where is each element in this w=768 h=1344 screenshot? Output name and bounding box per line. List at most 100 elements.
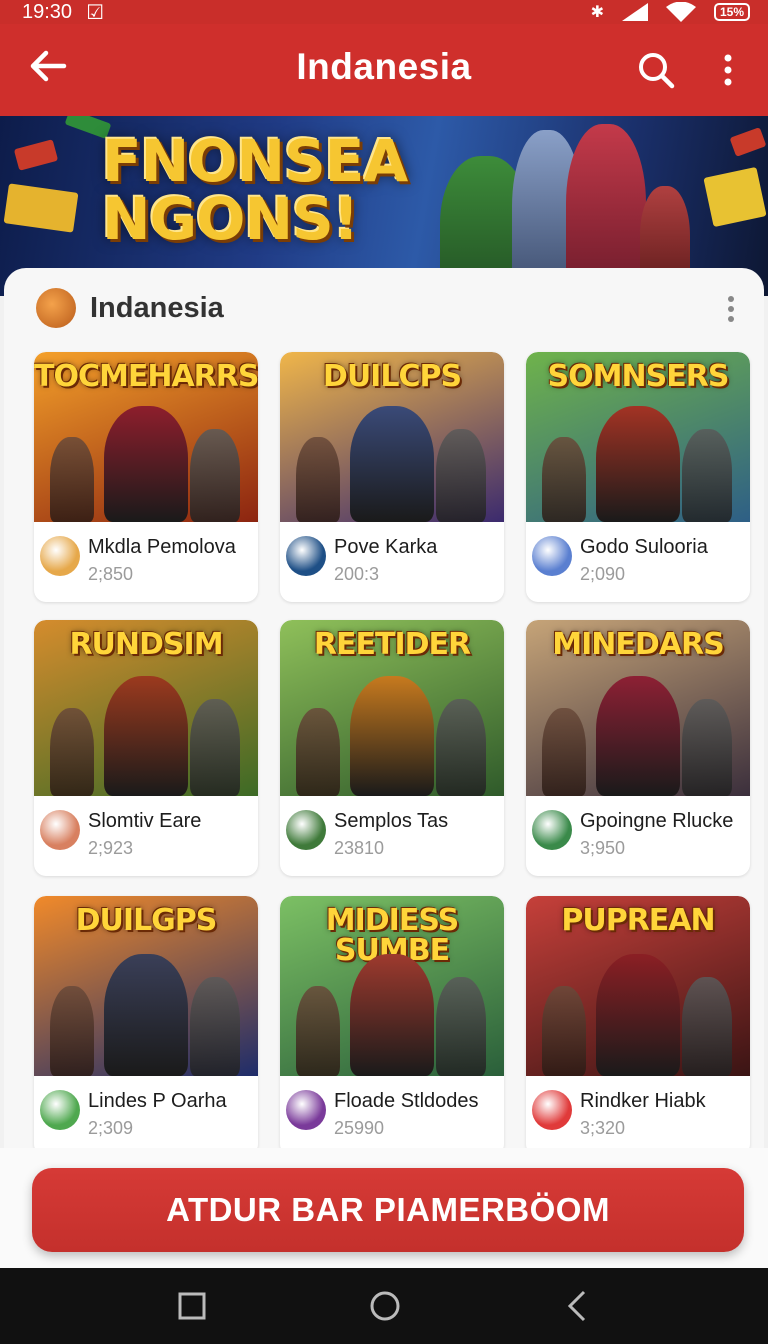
character-figure xyxy=(350,676,434,796)
wifi-icon xyxy=(665,2,696,22)
game-info: Lindes P Oarha 2;309 xyxy=(34,1076,258,1156)
checkbox-notification-icon: ☑ xyxy=(86,1,104,24)
game-info: Gpoingne Rlucke 3;950 xyxy=(526,796,750,876)
game-name: Mkdla Pemolova xyxy=(88,536,236,558)
more-vertical-icon[interactable] xyxy=(726,294,736,324)
character-figure xyxy=(436,428,486,522)
game-name: Godo Sulooria xyxy=(580,536,708,558)
game-icon xyxy=(286,536,326,576)
game-name: Floade Stldodes xyxy=(334,1090,479,1112)
character-figure xyxy=(682,977,732,1076)
game-thumbnail-title: PUPREAN xyxy=(561,903,715,938)
game-thumbnail[interactable]: MIDIESS SUMBE xyxy=(280,896,504,1076)
character-figure xyxy=(50,437,94,522)
search-icon[interactable] xyxy=(636,50,676,90)
game-info: Pove Karka 200:3 xyxy=(280,522,504,602)
back-nav-icon[interactable] xyxy=(560,1288,596,1324)
game-card[interactable]: MINEDARS Gpoingne Rlucke 3;950 xyxy=(526,620,750,876)
character-figure xyxy=(436,699,486,796)
character-figure xyxy=(104,406,188,522)
character-figure xyxy=(190,977,240,1076)
home-icon[interactable] xyxy=(367,1288,403,1324)
character-figure xyxy=(296,708,340,796)
status-time: 19:30 xyxy=(22,0,73,23)
game-card[interactable]: SOMNSERS Godo Sulooria 2;090 xyxy=(526,352,750,602)
game-icon xyxy=(286,810,326,850)
recent-apps-icon[interactable] xyxy=(174,1288,210,1324)
game-player-count: 200:3 xyxy=(334,564,380,584)
game-name: Gpoingne Rlucke xyxy=(580,810,734,832)
game-thumbnail-title: REETIDER xyxy=(313,627,471,662)
game-name: Semplos Tas xyxy=(334,810,449,832)
game-icon xyxy=(286,1090,326,1130)
decor-brick xyxy=(3,183,79,233)
character-figure xyxy=(542,986,586,1076)
status-bar: 19:30 ☑ ✱ 15% xyxy=(0,0,768,24)
signal-icon xyxy=(621,3,648,21)
game-thumbnail[interactable]: RUNDSIM xyxy=(34,620,258,796)
game-icon xyxy=(532,1090,572,1130)
decor-brick xyxy=(703,166,767,228)
game-card[interactable]: MIDIESS SUMBE Floade Stldodes 25990 xyxy=(280,896,504,1156)
game-thumbnail-title: RUNDSIM xyxy=(69,627,223,662)
game-player-count: 2;309 xyxy=(88,1118,134,1138)
game-player-count: 3;950 xyxy=(580,838,626,858)
game-card[interactable]: DUILCPS Pove Karka 200:3 xyxy=(280,352,504,602)
more-vertical-icon[interactable] xyxy=(716,50,740,90)
games-panel: Indanesia TOCMEHARRS Mkdla Pemolova 2;850 … xyxy=(4,268,764,1156)
character-figure xyxy=(190,428,240,522)
game-icon xyxy=(40,1090,80,1130)
game-icon xyxy=(40,536,80,576)
character-figure xyxy=(350,406,434,522)
game-card[interactable]: RUNDSIM Slomtiv Eare 2;923 xyxy=(34,620,258,876)
character-figure xyxy=(50,708,94,796)
game-thumbnail-title: SOMNSERS xyxy=(547,359,730,394)
character-figure xyxy=(350,953,434,1076)
game-icon xyxy=(532,536,572,576)
game-thumbnail[interactable]: SOMNSERS xyxy=(526,352,750,522)
game-thumbnail[interactable]: DUILCPS xyxy=(280,352,504,522)
game-thumbnail[interactable]: PUPREAN xyxy=(526,896,750,1076)
game-info: Floade Stldodes 25990 xyxy=(280,1076,504,1156)
bluetooth-icon: ✱ xyxy=(590,4,604,21)
game-thumbnail[interactable]: REETIDER xyxy=(280,620,504,796)
character-figure xyxy=(542,708,586,796)
character-figure xyxy=(50,986,94,1076)
character-figure xyxy=(296,986,340,1076)
game-card[interactable]: REETIDER Semplos Tas 23810 xyxy=(280,620,504,876)
game-thumbnail[interactable]: DUILGPS xyxy=(34,896,258,1076)
character-figure xyxy=(542,437,586,522)
game-player-count: 3;320 xyxy=(580,1118,626,1138)
game-thumbnail[interactable]: TOCMEHARRS xyxy=(34,352,258,522)
game-card[interactable]: PUPREAN Rindker Hiabk 3;320 xyxy=(526,896,750,1156)
game-thumbnail-title: TOCMEHARRS xyxy=(34,359,258,394)
decor-brick xyxy=(13,139,59,171)
banner-headline-line1: FNONSEA xyxy=(102,127,408,195)
game-name: Pove Karka xyxy=(334,536,438,558)
game-info: Semplos Tas 23810 xyxy=(280,796,504,876)
game-thumbnail-title: MINEDARS xyxy=(552,627,724,662)
game-thumbnail-title: DUILCPS xyxy=(322,359,462,394)
play-button[interactable]: ATDUR BAR PIAMERBÖOM xyxy=(32,1168,744,1252)
panel-header: Indanesia xyxy=(36,288,736,332)
game-card[interactable]: DUILGPS Lindes P Oarha 2;309 xyxy=(34,896,258,1156)
game-icon xyxy=(532,810,572,850)
game-player-count: 23810 xyxy=(334,838,385,858)
panel-title: Indanesia xyxy=(90,292,224,324)
app-bar: Indanesia xyxy=(0,24,768,116)
system-nav-bar xyxy=(0,1268,768,1344)
banner-headline-line2: NGONS! xyxy=(102,185,359,253)
character-figure xyxy=(190,699,240,796)
game-card[interactable]: TOCMEHARRS Mkdla Pemolova 2;850 xyxy=(34,352,258,602)
character-figure xyxy=(104,676,188,796)
game-info: Slomtiv Eare 2;923 xyxy=(34,796,258,876)
character-figure xyxy=(436,977,486,1076)
game-player-count: 2;090 xyxy=(580,564,626,584)
character-figure xyxy=(682,699,732,796)
game-thumbnail-title: DUILGPS xyxy=(75,903,218,938)
banner-headline: FNONSEA NGONS! xyxy=(102,127,408,253)
character-figure xyxy=(104,953,188,1076)
character-figure xyxy=(682,428,732,522)
game-thumbnail[interactable]: MINEDARS xyxy=(526,620,750,796)
battery-icon: 15% xyxy=(713,3,750,21)
